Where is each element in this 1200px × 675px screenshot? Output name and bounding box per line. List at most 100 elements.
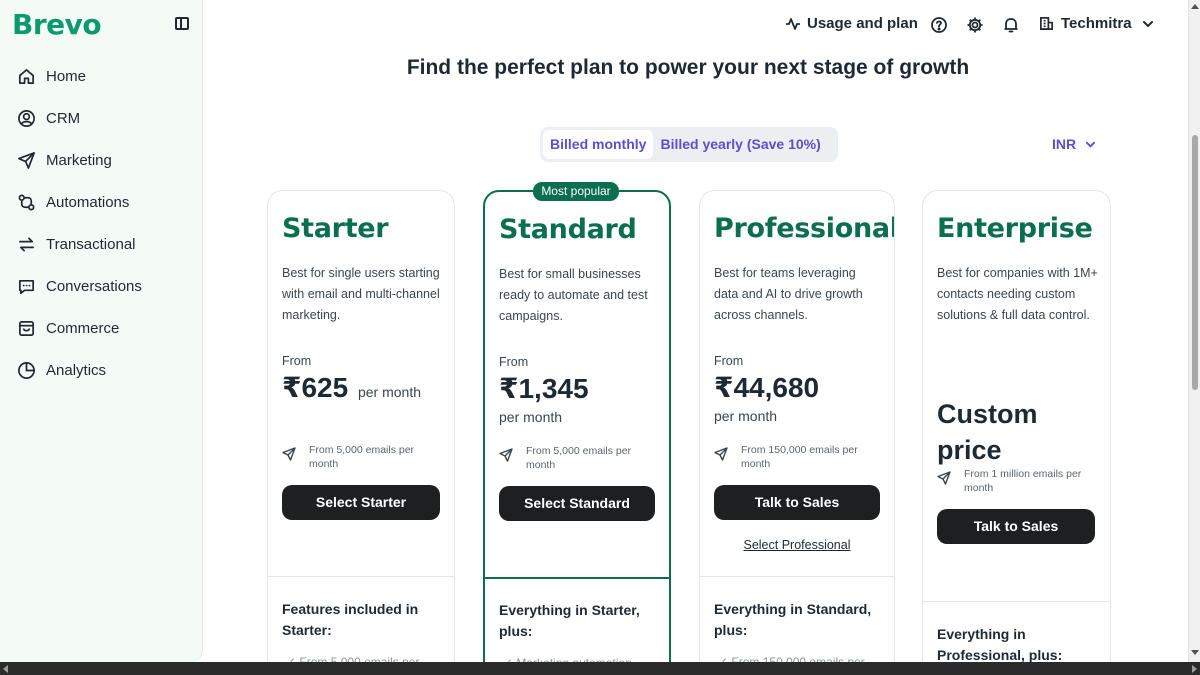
plan-description: Best for teams leveraging data and AI to… (714, 266, 863, 322)
price-value: ₹625 (282, 372, 349, 403)
features-title: Everything in Starter, plus: (499, 602, 640, 639)
brevo-logo[interactable]: Brevo (12, 8, 102, 41)
chevron-down-icon (1086, 141, 1096, 148)
send-icon (714, 447, 728, 461)
price-unit: per month (499, 409, 563, 425)
scroll-up-arrow-icon[interactable] (1191, 4, 1199, 9)
page-title: Find the perfect plan to power your next… (406, 56, 970, 79)
billing-period-toggle: Billed monthly Billed yearly (Save 10%) (540, 127, 838, 162)
send-icon (18, 151, 35, 169)
send-icon (282, 447, 296, 461)
bag-icon (18, 320, 35, 336)
sidebar-item-label: Commerce (46, 319, 120, 337)
sidebar-item-label: Transactional (46, 235, 136, 253)
scroll-right-arrow-icon[interactable] (1192, 665, 1197, 673)
plan-price: ₹1,345 (499, 373, 589, 404)
most-popular-badge: Most popular (533, 182, 619, 201)
top-bar: Usage and plan Techmitra (203, 0, 1188, 50)
plan-name: Standard (499, 214, 637, 245)
plan-description: Best for small businesses ready to autom… (499, 267, 648, 323)
contacts-icon (18, 109, 35, 127)
sidebar-item-crm[interactable]: CRM (0, 97, 203, 139)
sidebar-item-automations[interactable]: Automations (0, 181, 203, 223)
swap-icon (18, 236, 35, 252)
currency-select[interactable]: INR (1052, 136, 1096, 152)
sidebar-item-home[interactable]: Home (0, 55, 203, 97)
account-menu[interactable]: Techmitra (1039, 15, 1154, 32)
plan-card-professional: Professional Best for teams leveraging d… (699, 190, 895, 675)
email-volume: From 150,000 emails per month (714, 443, 866, 471)
plan-description: Best for companies with 1M+ contacts nee… (937, 266, 1098, 322)
sidebar-item-analytics[interactable]: Analytics (0, 349, 203, 391)
send-icon (499, 448, 513, 462)
email-volume-text: From 5,000 emails per month (309, 444, 415, 470)
usage-label: Usage and plan (807, 15, 918, 32)
features-title: Everything in Standard, plus: (714, 601, 872, 638)
price-from-label: From (499, 355, 529, 369)
scrollbar-thumb[interactable] (1192, 135, 1198, 390)
home-icon (18, 68, 35, 84)
chat-icon (18, 279, 35, 294)
sidebar-item-label: Conversations (46, 277, 142, 295)
help-icon[interactable] (930, 16, 948, 34)
card-divider (700, 576, 894, 577)
select-starter-button[interactable]: Select Starter (282, 485, 440, 520)
account-name: Techmitra (1061, 15, 1132, 32)
send-icon (937, 471, 951, 485)
sidebar-item-label: CRM (46, 109, 81, 127)
sidebar-toggle-icon[interactable] (175, 17, 189, 30)
plan-description: Best for single users starting with emai… (282, 266, 440, 322)
sidebar-item-conversations[interactable]: Conversations (0, 265, 203, 307)
features-title: Everything in Professional, plus: (937, 626, 1063, 663)
plan-card-standard: Standard Best for small businesses ready… (483, 190, 671, 675)
plan-price: Custom price (937, 399, 1038, 465)
plan-card-enterprise: Enterprise Best for companies with 1M+ c… (922, 190, 1111, 675)
features-title: Features included in Starter: (282, 601, 419, 638)
card-divider (485, 577, 669, 579)
usage-and-plan-button[interactable]: Usage and plan (785, 15, 918, 32)
email-volume: From 5,000 emails per month (499, 444, 651, 472)
gear-icon[interactable] (966, 16, 984, 34)
plan-card-starter: Starter Best for single users starting w… (267, 190, 455, 675)
scroll-down-arrow-icon[interactable] (1191, 650, 1199, 655)
sidebar-item-label: Automations (46, 193, 130, 211)
currency-value: INR (1052, 136, 1077, 152)
price-from-label: From (714, 354, 744, 368)
price-unit: per month (357, 384, 422, 400)
chevron-down-icon (1142, 20, 1153, 27)
price-unit: per month (714, 408, 778, 424)
email-volume-text: From 1 million emails per month (964, 468, 1082, 494)
talk-to-sales-button[interactable]: Talk to Sales (714, 485, 880, 520)
automation-icon (18, 194, 35, 210)
email-volume-text: From 150,000 emails per month (741, 444, 858, 470)
scroll-left-arrow-icon[interactable] (3, 665, 8, 673)
sidebar-item-marketing[interactable]: Marketing (0, 139, 203, 181)
sidebar-item-commerce[interactable]: Commerce (0, 307, 203, 349)
sidebar-item-label: Home (46, 67, 87, 85)
select-standard-button[interactable]: Select Standard (499, 486, 655, 521)
price-from-label: From (282, 354, 312, 368)
pie-chart-icon (18, 361, 35, 379)
sidebar: Brevo Home CRM Marketing Automations Tra… (0, 0, 203, 662)
plan-name: Enterprise (937, 213, 1093, 244)
vertical-scrollbar[interactable] (1188, 0, 1200, 662)
email-volume: From 1 million emails per month (937, 467, 1089, 495)
sidebar-item-transactional[interactable]: Transactional (0, 223, 203, 265)
card-divider (923, 601, 1110, 602)
sidebar-item-label: Marketing (46, 151, 112, 169)
plan-name: Starter (282, 213, 389, 244)
billed-monthly-option[interactable]: Billed monthly (543, 130, 654, 159)
select-professional-link[interactable]: Select Professional (700, 538, 894, 552)
plan-name: Professional (714, 213, 895, 244)
email-volume-text: From 5,000 emails per month (526, 445, 632, 471)
talk-to-sales-button[interactable]: Talk to Sales (937, 509, 1095, 544)
bell-icon[interactable] (1002, 16, 1020, 34)
plan-price: ₹625 per month (282, 371, 421, 404)
billed-yearly-option[interactable]: Billed yearly (Save 10%) (653, 130, 827, 159)
sidebar-item-label: Analytics (46, 361, 107, 379)
email-volume: From 5,000 emails per month (282, 443, 434, 471)
plan-price: ₹44,680 (714, 372, 820, 403)
horizontal-scrollbar[interactable] (0, 662, 1200, 675)
sidebar-nav: Home CRM Marketing Automations Transacti… (0, 55, 203, 391)
building-icon (1040, 17, 1053, 30)
